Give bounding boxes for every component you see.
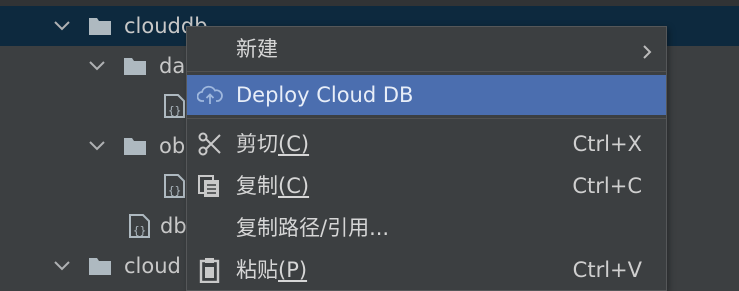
menu-item-copy[interactable]: 复制(C) Ctrl+C — [187, 166, 666, 206]
menu-item-paste[interactable]: 粘贴(P) Ctrl+V — [187, 250, 666, 290]
json-file-icon: {} — [162, 173, 188, 199]
json-file-icon: {} — [127, 213, 153, 239]
chevron-down-icon[interactable] — [88, 137, 106, 155]
tree-label: da — [159, 54, 186, 78]
svg-text:{}: {} — [133, 224, 146, 237]
folder-icon — [88, 256, 112, 276]
shortcut-label: Ctrl+V — [572, 258, 642, 282]
scissors-icon — [197, 131, 223, 157]
chevron-down-icon[interactable] — [53, 17, 71, 35]
chevron-down-icon[interactable] — [53, 257, 71, 275]
menu-item-label: 复制(C) — [236, 174, 310, 198]
tree-label: ob — [159, 134, 186, 158]
chevron-down-icon[interactable] — [88, 57, 106, 75]
menu-item-new[interactable]: 新建 — [187, 29, 666, 69]
folder-icon — [123, 56, 147, 76]
cloud-upload-icon — [196, 82, 223, 108]
menu-item-label: 复制路径/引用... — [236, 216, 390, 240]
menu-item-label: 新建 — [236, 37, 278, 61]
tree-label: db — [160, 214, 187, 238]
menu-item-label: 粘贴(P) — [236, 258, 308, 282]
copy-icon — [197, 173, 223, 199]
menu-item-cut[interactable]: 剪切(C) Ctrl+X — [187, 124, 666, 164]
folder-icon — [88, 16, 112, 36]
svg-text:{}: {} — [168, 104, 181, 117]
svg-text:{}: {} — [168, 184, 181, 197]
menu-item-copy-path[interactable]: 复制路径/引用... — [187, 208, 666, 248]
shortcut-label: Ctrl+C — [572, 174, 642, 198]
menu-item-deploy-cloud-db[interactable]: Deploy Cloud DB — [187, 75, 666, 115]
menu-item-label: 剪切(C) — [236, 132, 310, 156]
tree-label: cloud — [124, 254, 181, 278]
menu-item-label: Deploy Cloud DB — [236, 83, 414, 107]
json-file-icon: {} — [162, 93, 188, 119]
shortcut-label: Ctrl+X — [572, 132, 642, 156]
paste-icon — [197, 257, 223, 284]
menu-separator — [187, 118, 666, 119]
context-menu: 新建 Deploy Cloud DB 剪切(C) Ctrl+X 复制(C) Ct… — [186, 26, 667, 291]
menu-separator — [187, 71, 666, 72]
chevron-right-icon — [640, 41, 654, 59]
folder-icon — [123, 136, 147, 156]
